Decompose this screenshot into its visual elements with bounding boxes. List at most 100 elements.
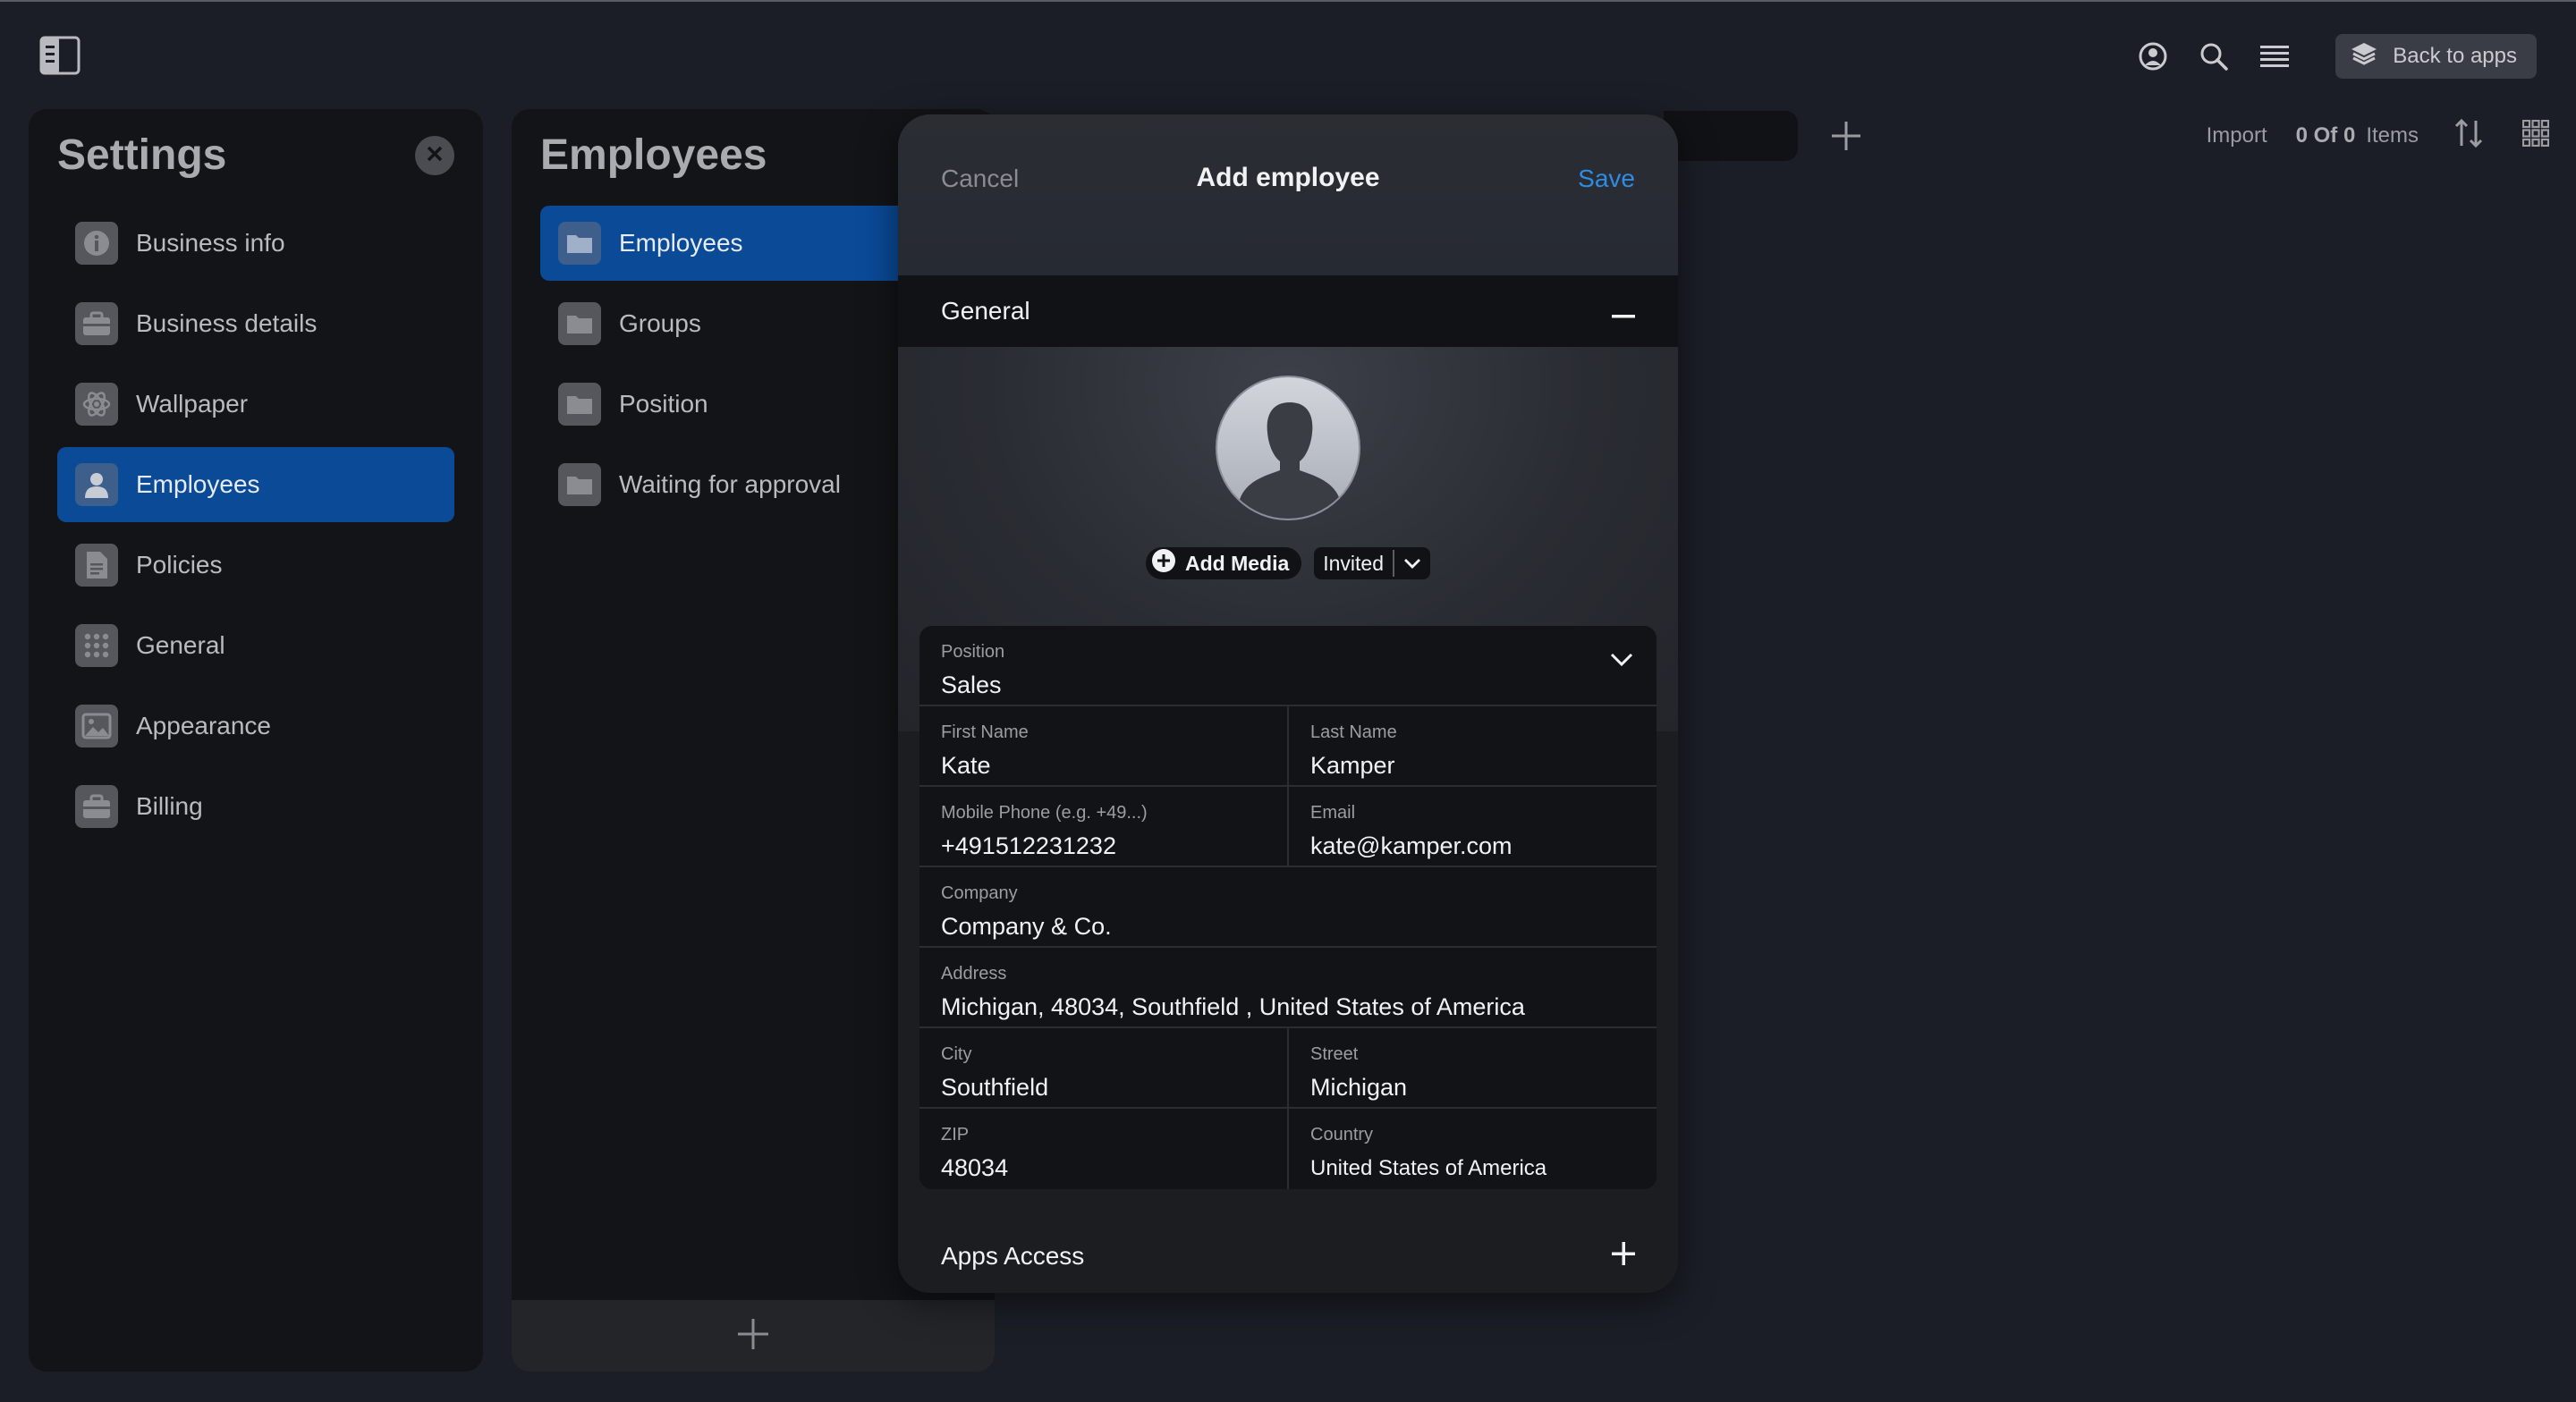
plus-icon — [1830, 122, 1862, 156]
avatar[interactable] — [1216, 376, 1360, 520]
field-value: United States of America — [1310, 1156, 1547, 1180]
document-icon — [75, 544, 118, 587]
field-value: Kate — [941, 752, 991, 779]
modal-title: Add employee — [1196, 163, 1380, 192]
modal-header: Cancel Add employee Save — [898, 114, 1678, 275]
search-input[interactable] — [1664, 111, 1798, 161]
settings-item-label: Wallpaper — [136, 390, 249, 418]
expand-plus-icon[interactable] — [1612, 1241, 1635, 1271]
settings-item-label: Employees — [136, 470, 260, 498]
first-name-field[interactable]: First Name Kate — [919, 706, 1287, 785]
city-field[interactable]: City Southfield — [919, 1028, 1287, 1107]
field-label: ZIP — [941, 1125, 970, 1144]
briefcase-icon — [75, 302, 118, 345]
field-value: Southfield — [941, 1074, 1049, 1101]
email-field[interactable]: Email kate@kamper.com — [1287, 787, 1657, 866]
settings-item-appearance[interactable]: Appearance — [57, 688, 454, 764]
back-to-apps-button[interactable]: Back to apps — [2335, 34, 2537, 79]
employees-item-label: Waiting for approval — [619, 470, 841, 498]
folder-icon — [558, 463, 601, 506]
employees-item-label: Groups — [619, 309, 701, 337]
form-row: City Southfield Street Michigan — [919, 1028, 1657, 1109]
topbar-actions: Back to apps — [2135, 34, 2537, 79]
media-row: Add Media Invited — [898, 547, 1678, 579]
settings-item-wallpaper[interactable]: Wallpaper — [57, 367, 454, 442]
field-label: First Name — [941, 722, 1029, 742]
add-item-button[interactable] — [1830, 120, 1862, 152]
field-value: Michigan, 48034, Southfield , United Sta… — [941, 993, 1525, 1020]
search-icon[interactable] — [2196, 38, 2232, 74]
add-media-label: Add Media — [1184, 551, 1290, 575]
settings-item-label: General — [136, 631, 225, 659]
general-section-header[interactable]: General — [898, 275, 1678, 347]
employee-form: Position Sales First Name Kate Last Name… — [919, 626, 1657, 1189]
settings-item-billing[interactable]: Billing — [57, 769, 454, 844]
folder-icon — [558, 383, 601, 426]
status-select[interactable]: Invited — [1314, 547, 1431, 579]
field-label: Email — [1310, 803, 1356, 823]
apps-access-label: Apps Access — [941, 1242, 1085, 1270]
field-label: Company — [941, 883, 1018, 903]
image-icon — [75, 705, 118, 747]
address-field[interactable]: Address Michigan, 48034, Southfield , Un… — [919, 948, 1657, 1026]
field-label: Street — [1310, 1044, 1359, 1064]
employees-title: Employees — [540, 131, 767, 179]
form-row: ZIP 48034 Country United States of Ameri… — [919, 1109, 1657, 1189]
item-count: 0 Of 0 — [2295, 123, 2356, 148]
field-value: 48034 — [941, 1154, 1009, 1181]
form-row: Position Sales — [919, 626, 1657, 706]
settings-item-label: Appearance — [136, 712, 272, 739]
settings-item-business-info[interactable]: Business info — [57, 206, 454, 281]
import-button[interactable]: Import — [2207, 123, 2267, 148]
main-toolbar: Import 0 Of 0 Items — [1664, 111, 2550, 161]
grid-view-icon[interactable] — [2521, 119, 2550, 153]
field-value: +491512231232 — [941, 832, 1116, 859]
add-media-button[interactable]: Add Media — [1145, 547, 1302, 579]
settings-title: Settings — [57, 131, 227, 179]
field-label: Last Name — [1310, 722, 1397, 742]
briefcase-icon — [75, 785, 118, 828]
settings-panel: Settings Business info Business details … — [29, 109, 483, 1372]
grid-dots-icon — [75, 624, 118, 667]
menu-icon[interactable] — [2257, 38, 2292, 74]
settings-item-label: Business info — [136, 229, 285, 257]
folder-icon — [558, 222, 601, 265]
save-button[interactable]: Save — [1578, 165, 1635, 193]
mobile-phone-field[interactable]: Mobile Phone (e.g. +49...) +491512231232 — [919, 787, 1287, 866]
plus-icon — [735, 1316, 771, 1356]
close-settings-button[interactable] — [415, 136, 454, 175]
user-circle-icon[interactable] — [2135, 38, 2171, 74]
settings-item-policies[interactable]: Policies — [57, 528, 454, 603]
settings-item-label: Policies — [136, 551, 223, 579]
last-name-field[interactable]: Last Name Kamper — [1287, 706, 1657, 785]
collapse-icon[interactable] — [1612, 297, 1635, 325]
add-employee-group-button[interactable] — [512, 1300, 995, 1372]
person-icon — [75, 463, 118, 506]
street-field[interactable]: Street Michigan — [1287, 1028, 1657, 1107]
field-label: Mobile Phone (e.g. +49...) — [941, 803, 1148, 823]
close-icon — [425, 144, 445, 168]
sidebar-toggle-icon[interactable] — [39, 36, 80, 75]
layers-icon — [2350, 41, 2378, 72]
field-label: Address — [941, 964, 1007, 984]
settings-item-employees[interactable]: Employees — [57, 447, 454, 522]
settings-item-label: Billing — [136, 792, 203, 820]
country-select[interactable]: Country United States of America — [1287, 1109, 1657, 1189]
apps-access-section-header[interactable]: Apps Access — [898, 1220, 1678, 1293]
company-field[interactable]: Company Company & Co. — [919, 867, 1657, 946]
settings-item-general[interactable]: General — [57, 608, 454, 683]
zip-field[interactable]: ZIP 48034 — [919, 1109, 1287, 1189]
field-value: Company & Co. — [941, 913, 1112, 940]
atom-icon — [75, 383, 118, 426]
items-label: Items — [2366, 123, 2419, 148]
field-label: Country — [1310, 1125, 1374, 1144]
form-row: Address Michigan, 48034, Southfield , Un… — [919, 948, 1657, 1028]
sort-icon[interactable] — [2453, 117, 2485, 156]
employees-item-label: Employees — [619, 229, 743, 257]
status-value: Invited — [1314, 550, 1395, 577]
chevron-down-icon — [1394, 558, 1430, 569]
settings-item-label: Business details — [136, 309, 318, 337]
position-select[interactable]: Position Sales — [919, 626, 1657, 705]
settings-item-business-details[interactable]: Business details — [57, 286, 454, 361]
employees-item-label: Position — [619, 390, 708, 418]
